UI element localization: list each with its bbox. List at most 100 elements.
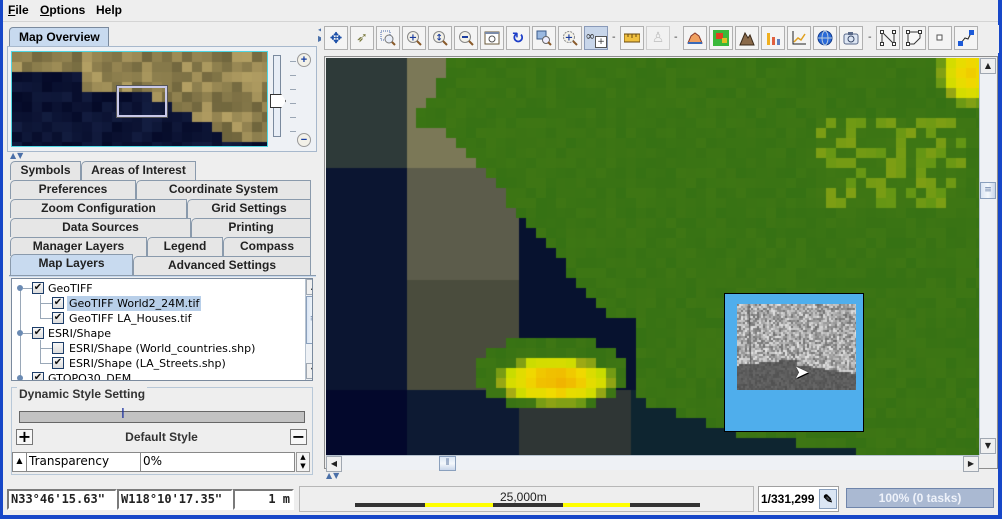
- magnifier-glasses-icon[interactable]: ∞ +: [584, 26, 608, 50]
- zoom-extent-icon[interactable]: [480, 26, 504, 50]
- layer-label-world2[interactable]: GeoTIFF World2_24M.tif: [67, 296, 202, 311]
- style-slider-handle-icon[interactable]: Ι: [121, 407, 125, 422]
- property-spinner[interactable]: ▲ ▼: [296, 452, 310, 472]
- ruler-icon[interactable]: [620, 26, 644, 50]
- zoom-in-icon[interactable]: +: [402, 26, 426, 50]
- menu-help[interactable]: Help: [96, 3, 122, 17]
- tab-printing[interactable]: Printing: [191, 218, 311, 237]
- layer-checkbox-gtopo30[interactable]: ✔: [32, 372, 44, 380]
- tree-line: [40, 318, 52, 319]
- menu-file[interactable]: File: [8, 3, 29, 17]
- tree-line: [23, 288, 32, 289]
- remove-style-button[interactable]: −: [290, 429, 307, 445]
- layer-label-esri-shape[interactable]: ESRI/Shape: [48, 326, 111, 341]
- scroll-thumb[interactable]: ≡: [306, 296, 312, 344]
- tab-map-overview[interactable]: Map Overview: [9, 27, 109, 47]
- route-disabled-icon[interactable]: ♙: [646, 26, 670, 50]
- zoom-layer-icon[interactable]: [532, 26, 556, 50]
- line-chart-icon[interactable]: [787, 26, 811, 50]
- overview-zoom-slider-thumb[interactable]: [270, 94, 286, 108]
- map-canvas[interactable]: [326, 58, 979, 455]
- layer-label-world-countries[interactable]: ESRI/Shape (World_countries.shp): [69, 341, 255, 356]
- connect-nodes-icon[interactable]: [954, 26, 978, 50]
- layer-checkbox-la-houses[interactable]: ✔: [52, 312, 64, 324]
- tab-compass[interactable]: Compass: [223, 237, 311, 256]
- layer-checkbox-world2[interactable]: ✔: [52, 297, 64, 309]
- menu-options[interactable]: Options: [40, 3, 85, 17]
- scroll-right-button[interactable]: ▶: [963, 456, 979, 472]
- scroll-left-button[interactable]: ◀: [326, 456, 342, 472]
- terrain-3d-icon[interactable]: [735, 26, 759, 50]
- mouse-cursor-icon: ➤: [794, 362, 810, 383]
- style-slider-track[interactable]: [19, 411, 305, 423]
- tree-expand-handle[interactable]: [17, 375, 23, 380]
- tab-advanced-settings[interactable]: Advanced Settings: [133, 256, 311, 275]
- elevation-profile-icon[interactable]: [683, 26, 707, 50]
- edit-scale-icon[interactable]: ✎: [819, 489, 837, 509]
- raster-color-icon[interactable]: [709, 26, 733, 50]
- layer-checkbox-geotiff[interactable]: ✔: [32, 282, 44, 294]
- toolbar-separator: -: [612, 32, 616, 43]
- tab-symbols[interactable]: Symbols: [10, 161, 81, 180]
- scale-ratio-field[interactable]: 1/331,299 ✎: [758, 486, 839, 512]
- overview-viewport-rectangle[interactable]: [117, 86, 167, 117]
- zoom-out-icon[interactable]: [454, 26, 478, 50]
- task-progress-bar: 100% (0 tasks): [846, 488, 994, 508]
- layer-checkbox-esri-shape[interactable]: ✔: [32, 327, 44, 339]
- svg-text:↕: ↕: [435, 34, 443, 44]
- tab-map-layers[interactable]: Map Layers: [10, 254, 133, 275]
- tab-grid-settings[interactable]: Grid Settings: [187, 199, 311, 218]
- tab-areas-of-interest[interactable]: Areas of Interest: [81, 161, 196, 180]
- scale-segment: [563, 503, 630, 507]
- polyline-icon[interactable]: [876, 26, 900, 50]
- scroll-down-button[interactable]: ▼: [980, 438, 996, 454]
- sort-arrow-icon[interactable]: ▲: [13, 453, 27, 471]
- layer-checkbox-la-streets[interactable]: ✔: [52, 357, 64, 369]
- tab-zoom-configuration[interactable]: Zoom Configuration: [10, 199, 187, 218]
- slider-tick: [290, 61, 296, 62]
- layer-checkbox-world-countries[interactable]: [52, 342, 64, 354]
- menu-file-label: ile: [15, 3, 29, 17]
- scroll-thumb[interactable]: ≡: [980, 182, 996, 199]
- zoom-in-icon[interactable]: +: [297, 53, 311, 67]
- tree-line: [40, 363, 52, 364]
- point-icon[interactable]: [928, 26, 952, 50]
- map-vertical-scrollbar[interactable]: ▲ ≡ ▼: [979, 58, 996, 455]
- tab-data-sources[interactable]: Data Sources: [10, 218, 191, 237]
- layer-tree-scrollbar[interactable]: ▲ ≡ ▼: [305, 279, 312, 380]
- add-style-button[interactable]: +: [16, 429, 33, 445]
- globe-icon[interactable]: [813, 26, 837, 50]
- layer-label-geotiff[interactable]: GeoTIFF: [48, 281, 93, 296]
- map-overview-panel: + −: [7, 46, 317, 152]
- layer-label-gtopo30[interactable]: GTOPO30_DEM: [48, 371, 131, 380]
- split-pane-arrows-icon[interactable]: ▲▼: [326, 471, 340, 480]
- select-arrow-icon[interactable]: ➶: [350, 26, 374, 50]
- tab-coordinate-system[interactable]: Coordinate System: [136, 180, 311, 199]
- toolbar-separator: -: [674, 32, 678, 43]
- zoom-box-icon[interactable]: [376, 26, 400, 50]
- property-value[interactable]: 0%: [143, 454, 162, 468]
- scroll-up-button[interactable]: ▲: [306, 279, 312, 295]
- polygon-icon[interactable]: [902, 26, 926, 50]
- overview-map[interactable]: [11, 51, 268, 147]
- refresh-icon[interactable]: ↻: [506, 26, 530, 50]
- zoom-fit-vertical-icon[interactable]: ↕: [428, 26, 452, 50]
- elevation-raster[interactable]: [326, 58, 979, 455]
- tab-preferences[interactable]: Preferences: [10, 180, 136, 199]
- zoom-center-icon[interactable]: +: [558, 26, 582, 50]
- scroll-thumb[interactable]: ⦀: [439, 456, 456, 471]
- layer-label-la-houses[interactable]: GeoTIFF LA_Houses.tif: [69, 311, 191, 326]
- layer-label-la-streets[interactable]: ESRI/Shape (LA_Streets.shp): [69, 356, 226, 371]
- pan-icon[interactable]: ✥: [324, 26, 348, 50]
- slider-tick: [290, 89, 296, 90]
- tab-legend[interactable]: Legend: [147, 237, 223, 256]
- zoom-out-icon[interactable]: −: [297, 133, 311, 147]
- menu-bar: File Options Help: [3, 0, 998, 22]
- scroll-up-button[interactable]: ▲: [980, 58, 996, 74]
- map-horizontal-scrollbar[interactable]: ◀ ⦀ ▶: [326, 455, 979, 472]
- camera-icon[interactable]: [839, 26, 863, 50]
- bar-chart-icon[interactable]: [761, 26, 785, 50]
- tree-line: [40, 303, 52, 304]
- scroll-down-button[interactable]: ▼: [306, 363, 312, 379]
- split-pane-arrows-icon[interactable]: ▲▼: [10, 151, 24, 160]
